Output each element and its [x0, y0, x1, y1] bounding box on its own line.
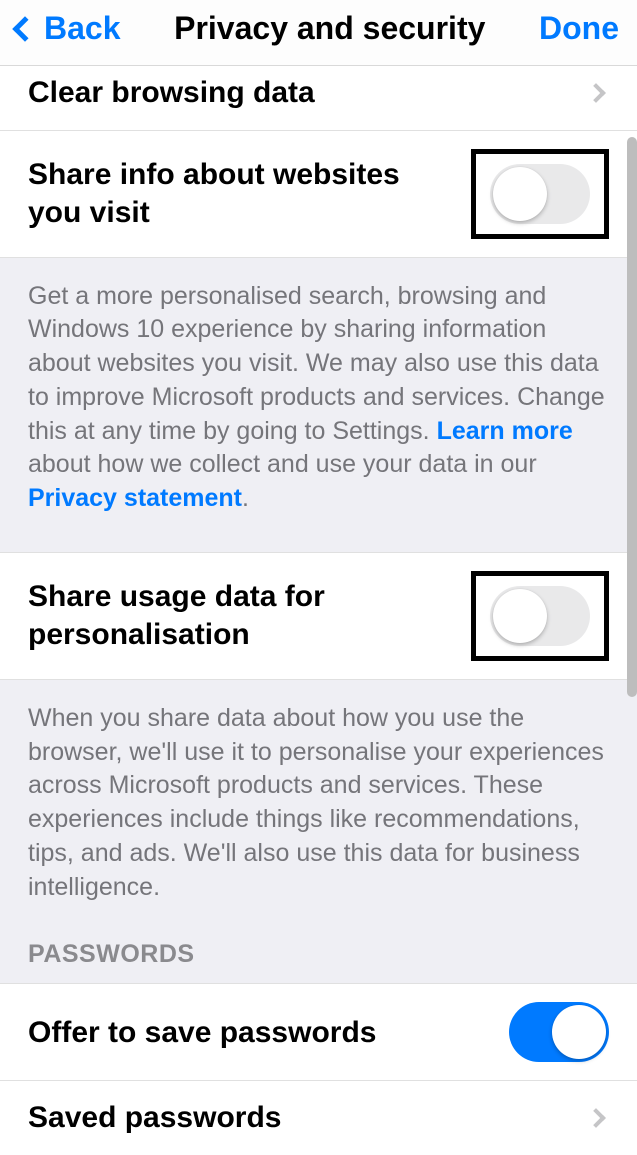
chevron-right-icon: [586, 1108, 606, 1128]
share-usage-description: When you share data about how you use th…: [0, 680, 637, 941]
share-sites-row: Share info about websites you visit: [0, 131, 637, 258]
toggle-knob: [493, 167, 547, 221]
share-usage-label: Share usage data for personalisation: [28, 578, 471, 653]
scrollbar[interactable]: [627, 137, 637, 697]
back-button[interactable]: Back: [10, 10, 121, 47]
toggle-knob: [552, 1005, 606, 1059]
navigation-bar: Back Privacy and security Done: [0, 0, 637, 66]
privacy-statement-link[interactable]: Privacy statement: [28, 484, 242, 512]
share-usage-highlight-box: [471, 571, 609, 661]
learn-more-link[interactable]: Learn more: [437, 417, 573, 445]
saved-passwords-label: Saved passwords: [28, 1099, 299, 1137]
share-sites-label: Share info about websites you visit: [28, 156, 471, 231]
saved-passwords-row[interactable]: Saved passwords: [0, 1081, 637, 1155]
offer-save-passwords-label: Offer to save passwords: [28, 1014, 394, 1052]
share-sites-toggle[interactable]: [490, 164, 590, 224]
offer-save-passwords-row: Offer to save passwords: [0, 983, 637, 1081]
share-sites-highlight-box: [471, 149, 609, 239]
passwords-section-header: PASSWORDS: [0, 940, 637, 983]
share-usage-toggle[interactable]: [490, 586, 590, 646]
chevron-right-icon: [586, 83, 606, 103]
share-sites-desc-mid: about how we collect and use your data i…: [28, 450, 537, 478]
offer-save-passwords-toggle[interactable]: [509, 1002, 609, 1062]
done-button[interactable]: Done: [539, 10, 619, 47]
back-label: Back: [44, 10, 121, 47]
share-sites-description: Get a more personalised search, browsing…: [0, 258, 637, 552]
toggle-knob: [493, 589, 547, 643]
page-title: Privacy and security: [121, 10, 540, 47]
clear-browsing-data-label: Clear browsing data: [28, 74, 333, 112]
clear-browsing-data-row[interactable]: Clear browsing data: [0, 66, 637, 131]
chevron-left-icon: [12, 16, 37, 41]
share-usage-row: Share usage data for personalisation: [0, 552, 637, 680]
share-sites-desc-period: .: [242, 484, 249, 512]
